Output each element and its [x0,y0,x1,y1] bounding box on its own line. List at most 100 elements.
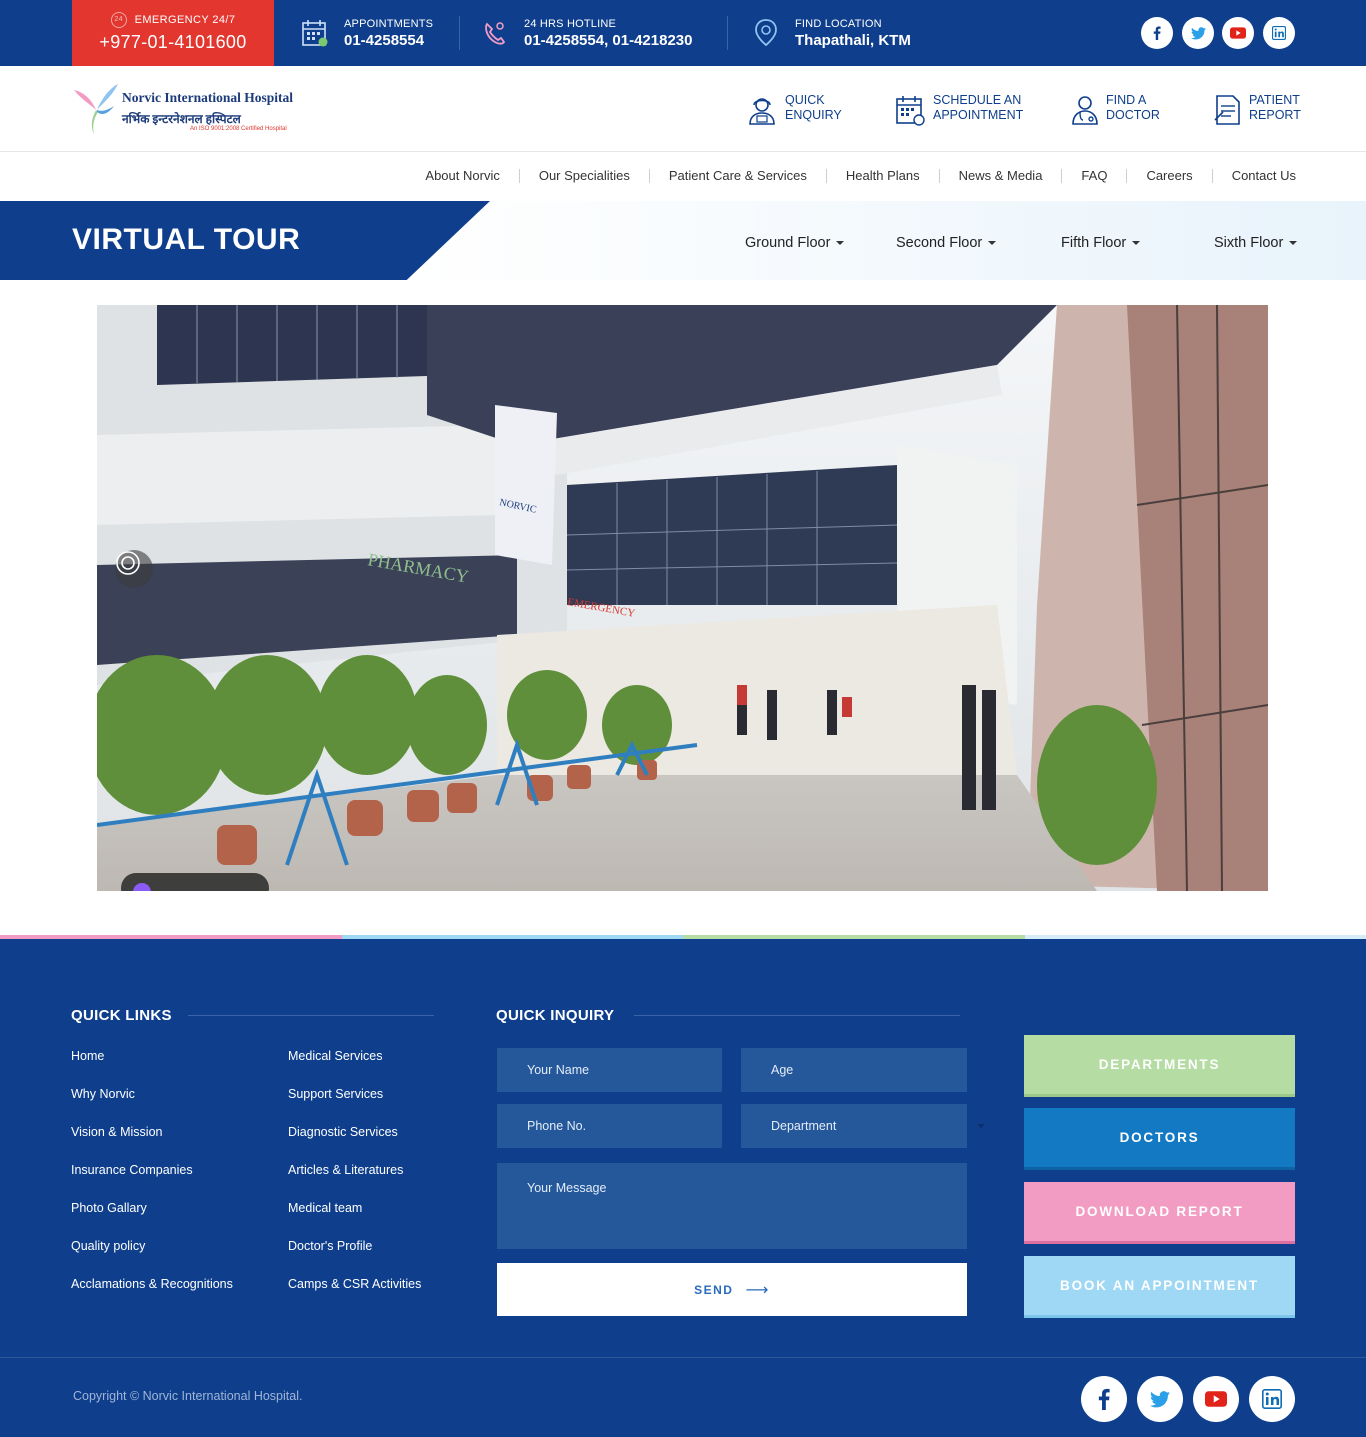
departments-button[interactable]: DEPARTMENTS [1024,1035,1295,1097]
nav-news-media[interactable]: News & Media [938,169,1062,183]
hospital-panorama-image: NORVIC PHARMACY EMERGENCY [97,305,1268,891]
footer-link-why-norvic[interactable]: Why Norvic [71,1087,135,1101]
caret-down-icon [988,241,997,246]
floor-dropdown-sixth[interactable]: Sixth Floor [1214,235,1298,251]
nav-health-plans[interactable]: Health Plans [825,169,939,183]
find-doctor-line2: DOCTOR [1106,108,1160,122]
schedule-line1: SCHEDULE AN [933,93,1022,107]
linkedin-icon[interactable] [1249,1376,1295,1422]
logo-tagline: An ISO 9001:2008 Certified Hospital [190,126,287,132]
find-doctor-link[interactable]: FIND A DOCTOR [1071,92,1171,128]
floor-dropdown-second[interactable]: Second Floor [896,235,997,251]
find-doctor-line1: FIND A [1106,93,1147,107]
divider [727,16,728,50]
doctors-button[interactable]: DOCTORS [1024,1108,1295,1170]
footer-link-camps-csr[interactable]: Camps & CSR Activities [288,1277,421,1291]
footer: QUICK LINKS Home Why Norvic Vision & Mis… [0,935,1366,1437]
download-report-button[interactable]: DOWNLOAD REPORT [1024,1182,1295,1244]
location-label: FIND LOCATION [795,18,882,30]
age-input[interactable]: Age [741,1048,967,1092]
doctor-icon [1072,96,1098,125]
page-title-bar: VIRTUAL TOUR Ground Floor Second Floor F… [0,201,1366,280]
quick-inquiry-heading: QUICK INQUIRY [496,1007,615,1024]
caret-down-icon [836,241,845,246]
footer-link-doctors-profile[interactable]: Doctor's Profile [288,1239,372,1253]
name-input[interactable]: Your Name [497,1048,722,1092]
patient-report-link[interactable]: PATIENT REPORT [1213,92,1301,128]
schedule-appointment-link[interactable]: SCHEDULE AN APPOINTMENT [895,92,1035,128]
facebook-icon[interactable] [1141,17,1173,49]
send-button[interactable]: SEND ⟶ [497,1263,967,1316]
youtube-icon[interactable] [1193,1376,1239,1422]
facebook-icon[interactable] [1081,1376,1127,1422]
youtube-icon[interactable] [1222,17,1254,49]
location-value: Thapathali, KTM [795,32,911,49]
rotate-view-icon[interactable] [115,550,153,588]
footer-link-articles[interactable]: Articles & Literatures [288,1163,403,1177]
emergency-24-icon: 24 [110,12,127,28]
nav-careers[interactable]: Careers [1126,169,1211,183]
footer-link-diagnostic-services[interactable]: Diagnostic Services [288,1125,398,1139]
logo-name-en: Norvic International Hospital [122,90,293,105]
footer-color-line [0,935,1366,939]
nav-faq[interactable]: FAQ [1061,169,1126,183]
appointments-label: APPOINTMENTS [344,18,434,30]
book-appointment-button[interactable]: BOOK AN APPOINTMENT [1024,1256,1295,1318]
footer-link-home[interactable]: Home [71,1049,104,1063]
quick-enquiry-line1: QUICK [785,93,825,107]
quick-enquiry-line2: ENQUIRY [785,108,842,122]
footer-link-insurance[interactable]: Insurance Companies [71,1163,193,1177]
appointments-info[interactable]: APPOINTMENTS 01-4258554 [302,0,452,66]
virtual-tour-viewer[interactable]: NORVIC PHARMACY EMERGENCY [97,305,1268,891]
footer-link-acclamations[interactable]: Acclamations & Recognitions [71,1277,233,1291]
message-textarea[interactable]: Your Message [497,1163,967,1249]
footer-link-photo-gallery[interactable]: Photo Gallary [71,1201,147,1215]
tour-badge[interactable] [121,873,269,891]
calendar-clock-icon [896,96,925,126]
emergency-block[interactable]: 24 EMERGENCY 24/7 +977-01-4101600 [72,0,274,66]
caret-down-icon [1289,241,1298,246]
top-bar: 24 EMERGENCY 24/7 +977-01-4101600 APPOINT… [0,0,1366,66]
footer-link-vision-mission[interactable]: Vision & Mission [71,1125,162,1139]
arrow-right-icon: ⟶ [745,1281,770,1299]
linkedin-icon[interactable] [1263,17,1295,49]
footer-link-support-services[interactable]: Support Services [288,1087,383,1101]
logo-name-np: नर्भिक इन्टरनेशनल हस्पिटल [122,112,241,126]
phone-input[interactable]: Phone No. [497,1104,722,1148]
footer-link-medical-services[interactable]: Medical Services [288,1049,382,1063]
floor-dropdown-ground[interactable]: Ground Floor [745,235,845,251]
emergency-number[interactable]: +977-01-4101600 [72,32,274,53]
copyright-text: Copyright © Norvic International Hospita… [73,1389,303,1403]
main-nav: About Norvic Our Specialities Patient Ca… [406,152,1296,200]
hotline-info[interactable]: 24 HRS HOTLINE 01-4258554, 01-4218230 [482,0,712,66]
support-agent-icon [749,98,775,125]
page-title: VIRTUAL TOUR [72,223,301,256]
location-info[interactable]: FIND LOCATION Thapathali, KTM [753,0,953,66]
department-select[interactable]: Department [741,1104,967,1148]
quick-links-heading: QUICK LINKS [71,1007,172,1024]
nav-contact-us[interactable]: Contact Us [1211,169,1296,183]
calendar-icon [302,20,328,47]
footer-link-quality-policy[interactable]: Quality policy [71,1239,145,1253]
emergency-label: EMERGENCY 24/7 [134,13,236,26]
hotline-numbers: 01-4258554, 01-4218230 [524,32,693,49]
phone-icon [485,22,506,45]
patient-report-line1: PATIENT [1249,93,1300,107]
quick-enquiry-link[interactable]: QUICK ENQUIRY [747,92,847,128]
nav-our-specialities[interactable]: Our Specialities [518,169,649,183]
hotline-label: 24 HRS HOTLINE [524,18,617,30]
appointments-number: 01-4258554 [344,32,425,49]
floor-dropdown-fifth[interactable]: Fifth Floor [1061,235,1141,251]
caret-down-icon [1132,241,1141,246]
report-icon [1214,95,1240,125]
select-caret-icon [977,1124,985,1128]
twitter-icon[interactable] [1182,17,1214,49]
twitter-icon[interactable] [1137,1376,1183,1422]
schedule-line2: APPOINTMENT [933,108,1024,122]
logo-bird-icon [74,84,118,134]
nav-about-norvic[interactable]: About Norvic [406,169,518,183]
hospital-logo[interactable]: Norvic International Hospital नर्भिक इन्… [72,82,296,138]
map-pin-icon [755,19,777,47]
footer-link-medical-team[interactable]: Medical team [288,1201,362,1215]
nav-patient-care-services[interactable]: Patient Care & Services [648,169,826,183]
